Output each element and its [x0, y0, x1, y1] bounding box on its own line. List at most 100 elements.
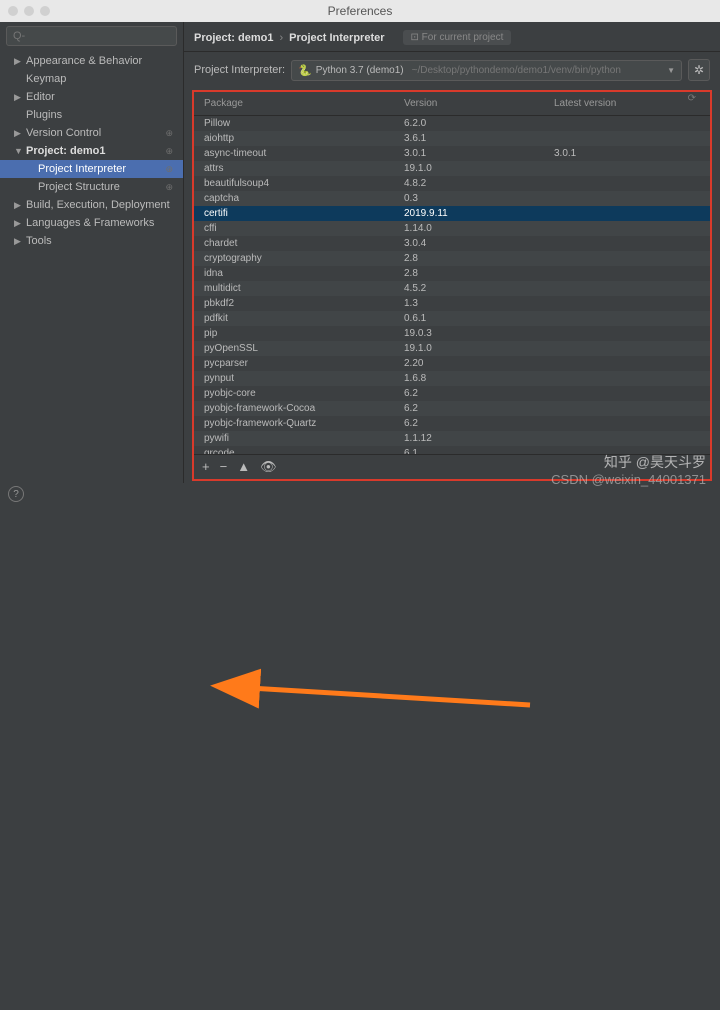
sidebar-item-keymap[interactable]: Keymap: [0, 70, 183, 88]
pkg-latest: [554, 163, 700, 174]
pkg-latest: [554, 118, 700, 129]
sidebar-item-build-execution-deployment[interactable]: ▶Build, Execution, Deployment: [0, 196, 183, 214]
pkg-latest: [554, 403, 700, 414]
pkg-name: cffi: [204, 223, 404, 234]
sidebar-item-tools[interactable]: ▶Tools: [0, 232, 183, 250]
sidebar-item-languages-frameworks[interactable]: ▶Languages & Frameworks: [0, 214, 183, 232]
package-row[interactable]: pynput1.6.8: [194, 371, 710, 386]
sidebar-item-label: Project Interpreter: [38, 163, 126, 175]
package-row[interactable]: pdfkit0.6.1: [194, 311, 710, 326]
pkg-version: 4.8.2: [404, 178, 554, 189]
reload-icon[interactable]: ⟳: [688, 93, 696, 104]
package-row[interactable]: captcha0.3: [194, 191, 710, 206]
package-row[interactable]: pycparser2.20: [194, 356, 710, 371]
package-table-body[interactable]: Pillow6.2.0aiohttp3.6.1async-timeout3.0.…: [194, 116, 710, 454]
package-row[interactable]: qrcode6.1: [194, 446, 710, 454]
pkg-latest: [554, 373, 700, 384]
pkg-version: 2.20: [404, 358, 554, 369]
pkg-version: 6.2: [404, 388, 554, 399]
add-package-button[interactable]: +: [202, 459, 210, 475]
pkg-latest: [554, 133, 700, 144]
show-early-releases-button[interactable]: 👁: [260, 459, 277, 475]
package-row[interactable]: beautifulsoup44.8.2: [194, 176, 710, 191]
pkg-latest: [554, 358, 700, 369]
pkg-latest: [554, 193, 700, 204]
package-row[interactable]: idna2.8: [194, 266, 710, 281]
close-icon[interactable]: [8, 6, 18, 16]
package-row[interactable]: cffi1.14.0: [194, 221, 710, 236]
zoom-icon[interactable]: [40, 6, 50, 16]
pkg-latest: [554, 253, 700, 264]
annotation-arrow: [0, 505, 720, 1010]
upgrade-package-button[interactable]: ▲: [237, 459, 250, 475]
col-version[interactable]: Version: [404, 98, 554, 109]
python-icon: 🐍: [298, 64, 312, 77]
sidebar-item-appearance-behavior[interactable]: ▶Appearance & Behavior: [0, 52, 183, 70]
pkg-version: 1.14.0: [404, 223, 554, 234]
pkg-latest: [554, 328, 700, 339]
package-row[interactable]: multidict4.5.2: [194, 281, 710, 296]
remove-package-button[interactable]: −: [220, 459, 228, 475]
col-package[interactable]: Package: [204, 98, 404, 109]
expand-icon: ▶: [14, 218, 22, 229]
package-row[interactable]: Pillow6.2.0: [194, 116, 710, 131]
pkg-latest: [554, 223, 700, 234]
pkg-latest: [554, 283, 700, 294]
pkg-name: pyobjc-framework-Cocoa: [204, 403, 404, 414]
sidebar-item-label: Keymap: [26, 73, 66, 85]
sidebar-item-label: Tools: [26, 235, 52, 247]
pkg-name: pywifi: [204, 433, 404, 444]
settings-tree: ▶Appearance & BehaviorKeymap▶EditorPlugi…: [0, 50, 183, 483]
package-row[interactable]: pyobjc-framework-Quartz6.2: [194, 416, 710, 431]
pkg-name: pbkdf2: [204, 298, 404, 309]
package-row[interactable]: pbkdf21.3: [194, 296, 710, 311]
pkg-name: aiohttp: [204, 133, 404, 144]
sidebar-item-version-control[interactable]: ▶Version Control⊕: [0, 124, 183, 142]
package-row[interactable]: certifi2019.9.11: [194, 206, 710, 221]
traffic-lights[interactable]: [8, 6, 50, 16]
pkg-name: Pillow: [204, 118, 404, 129]
crumb-root[interactable]: Project: demo1: [194, 32, 273, 44]
sidebar-item-project-demo1[interactable]: ▼Project: demo1⊕: [0, 142, 183, 160]
pkg-version: 2.8: [404, 268, 554, 279]
col-latest[interactable]: Latest version: [554, 98, 700, 109]
sidebar-item-editor[interactable]: ▶Editor: [0, 88, 183, 106]
sidebar-item-project-interpreter[interactable]: Project Interpreter ⊕: [0, 160, 183, 178]
package-row[interactable]: attrs19.1.0: [194, 161, 710, 176]
sidebar-item-project-structure[interactable]: Project Structure⊕: [0, 178, 183, 196]
pkg-latest: [554, 268, 700, 279]
package-row[interactable]: pip19.0.3: [194, 326, 710, 341]
project-tag-icon: ⊕: [165, 164, 177, 175]
package-row[interactable]: aiohttp3.6.1: [194, 131, 710, 146]
package-row[interactable]: pyobjc-framework-Cocoa6.2: [194, 401, 710, 416]
pkg-latest: [554, 238, 700, 249]
project-tag-icon: ⊕: [165, 182, 177, 193]
titlebar: Preferences: [0, 0, 720, 22]
package-row[interactable]: cryptography2.8: [194, 251, 710, 266]
sidebar-item-label: Build, Execution, Deployment: [26, 199, 170, 211]
package-row[interactable]: pyOpenSSL19.1.0: [194, 341, 710, 356]
package-row[interactable]: pyobjc-core6.2: [194, 386, 710, 401]
pkg-name: idna: [204, 268, 404, 279]
search-input[interactable]: [6, 26, 177, 46]
sidebar-item-label: Project: demo1: [26, 145, 105, 157]
sidebar-item-plugins[interactable]: Plugins: [0, 106, 183, 124]
sidebar-item-label: Version Control: [26, 127, 101, 139]
pkg-name: pip: [204, 328, 404, 339]
pkg-version: 1.3: [404, 298, 554, 309]
package-row[interactable]: async-timeout3.0.13.0.1: [194, 146, 710, 161]
pkg-version: 1.6.8: [404, 373, 554, 384]
pkg-version: 0.3: [404, 193, 554, 204]
interpreter-settings-button[interactable]: ✲: [688, 59, 710, 81]
package-row[interactable]: pywifi1.1.12: [194, 431, 710, 446]
minimize-icon[interactable]: [24, 6, 34, 16]
sidebar-item-label: Appearance & Behavior: [26, 55, 142, 67]
interpreter-dropdown[interactable]: 🐍 Python 3.7 (demo1) ~/Desktop/pythondem…: [291, 60, 682, 81]
gear-icon: ✲: [694, 63, 704, 77]
pkg-latest: [554, 298, 700, 309]
pkg-name: captcha: [204, 193, 404, 204]
pkg-version: 2019.9.11: [404, 208, 554, 219]
pkg-name: cryptography: [204, 253, 404, 264]
package-row[interactable]: chardet3.0.4: [194, 236, 710, 251]
help-button[interactable]: ?: [8, 486, 24, 502]
